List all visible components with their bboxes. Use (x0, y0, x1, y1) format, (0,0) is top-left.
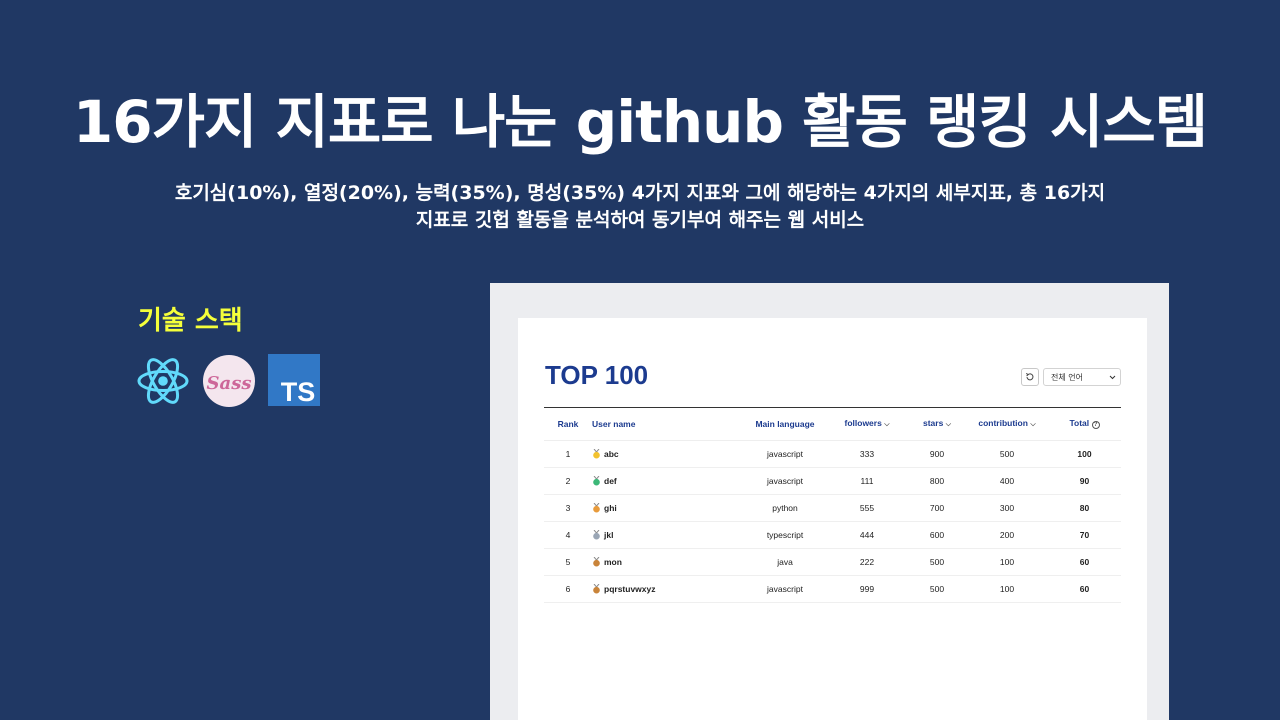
contribution-cell: 500 (966, 440, 1048, 468)
rank-cell: 4 (544, 521, 592, 549)
column-stars-label: stars (922, 418, 944, 429)
stars-cell: 500 (908, 575, 966, 603)
user-name[interactable]: jkl (604, 530, 613, 540)
info-icon[interactable]: ? (1091, 421, 1100, 430)
tier-medal-icon (593, 529, 600, 539)
contribution-cell: 400 (966, 467, 1048, 495)
column-rank: Rank (544, 408, 592, 441)
ranking-panel: TOP 100 전체 언어 Rank User name Main langua… (518, 318, 1147, 720)
contribution-cell: 300 (966, 494, 1048, 522)
tier-medal-icon (593, 448, 600, 458)
total-cell: 70 (1048, 521, 1121, 549)
user-name[interactable]: abc (604, 449, 619, 459)
stars-cell: 500 (908, 548, 966, 576)
chevron-down-icon: ⌵ (884, 421, 890, 429)
chevron-down-icon: ⌵ (1030, 421, 1036, 429)
total-cell: 100 (1048, 440, 1121, 468)
language-select-value: 전체 언어 (1051, 372, 1083, 382)
tier-medal-icon (593, 583, 600, 593)
language-cell: javascript (744, 575, 826, 603)
user-name[interactable]: def (604, 476, 617, 486)
tech-stack-icons: Sass TS (136, 354, 322, 408)
table-row[interactable]: 4 jkl typescript 444 600 200 70 (544, 521, 1121, 549)
table-row[interactable]: 5 mon java 222 500 100 60 (544, 548, 1121, 576)
column-stars-sort[interactable]: stars ⌵ (908, 408, 966, 441)
user-name-cell[interactable]: abc (592, 440, 744, 468)
user-name-cell[interactable]: def (592, 467, 744, 495)
user-name-cell[interactable]: pqrstuvwxyz (592, 575, 744, 603)
user-name[interactable]: mon (604, 557, 622, 567)
user-name-cell[interactable]: mon (592, 548, 744, 576)
table-header-row: Rank User name Main language followers ⌵… (544, 408, 1121, 441)
subtitle-line-1: 호기심(10%), 열정(20%), 능력(35%), 명성(35%) 4가지 … (174, 182, 1106, 204)
language-cell: javascript (744, 440, 826, 468)
user-name-cell[interactable]: ghi (592, 494, 744, 522)
followers-cell: 111 (826, 467, 908, 495)
stars-cell: 900 (908, 440, 966, 468)
total-cell: 80 (1048, 494, 1121, 522)
subtitle-line-2: 지표로 깃헙 활동을 분석하여 동기부여 해주는 웹 서비스 (415, 209, 865, 231)
rank-cell: 5 (544, 548, 592, 576)
language-select[interactable]: 전체 언어 (1043, 368, 1121, 386)
chevron-down-icon (1109, 375, 1116, 379)
followers-cell: 222 (826, 548, 908, 576)
total-cell: 60 (1048, 548, 1121, 576)
column-followers-sort[interactable]: followers ⌵ (826, 408, 908, 441)
column-contribution-label: contribution (978, 418, 1028, 429)
column-main-language: Main language (744, 408, 826, 441)
table-row[interactable]: 1 abc javascript 333 900 500 100 (544, 440, 1121, 468)
contribution-cell: 100 (966, 548, 1048, 576)
typescript-icon: TS (268, 354, 322, 408)
user-name[interactable]: ghi (604, 503, 617, 513)
react-icon (136, 354, 190, 408)
rank-cell: 2 (544, 467, 592, 495)
ranking-screenshot: TOP 100 전체 언어 Rank User name Main langua… (490, 283, 1169, 720)
followers-cell: 444 (826, 521, 908, 549)
user-name[interactable]: pqrstuvwxyz (604, 584, 656, 594)
contribution-cell: 100 (966, 575, 1048, 603)
language-cell: typescript (744, 521, 826, 549)
contribution-cell: 200 (966, 521, 1048, 549)
sass-icon: Sass (202, 354, 256, 408)
svg-text:TS: TS (281, 377, 316, 407)
tier-medal-icon (593, 475, 600, 485)
user-name-cell[interactable]: jkl (592, 521, 744, 549)
tier-medal-icon (593, 502, 600, 512)
table-row[interactable]: 3 ghi python 555 700 300 80 (544, 494, 1121, 522)
rank-cell: 3 (544, 494, 592, 522)
column-contribution-sort[interactable]: contribution ⌵ (966, 408, 1048, 441)
followers-cell: 999 (826, 575, 908, 603)
ranking-rows: 1 abc javascript 333 900 500 100 2 def javascript… (544, 440, 1121, 603)
followers-cell: 333 (826, 440, 908, 468)
rank-cell: 1 (544, 440, 592, 468)
column-total-label: Total (1069, 418, 1090, 429)
tech-stack-title: 기술 스택 (138, 306, 243, 336)
ranking-controls: 전체 언어 (1021, 368, 1121, 386)
language-cell: javascript (744, 467, 826, 495)
headline: 16가지 지표로 나눈 github 활동 랭킹 시스템 (72, 88, 1208, 156)
followers-cell: 555 (826, 494, 908, 522)
total-cell: 90 (1048, 467, 1121, 495)
stars-cell: 700 (908, 494, 966, 522)
column-user-name: User name (592, 408, 744, 441)
ranking-title: TOP 100 (545, 360, 649, 390)
stars-cell: 800 (908, 467, 966, 495)
column-followers-label: followers (844, 418, 882, 429)
refresh-button[interactable] (1021, 368, 1039, 386)
chevron-down-icon: ⌵ (945, 421, 951, 429)
tier-medal-icon (593, 556, 600, 566)
table-row[interactable]: 6 pqrstuvwxyz javascript 999 500 100 60 (544, 575, 1121, 603)
stars-cell: 600 (908, 521, 966, 549)
svg-text:Sass: Sass (207, 373, 252, 394)
language-cell: java (744, 548, 826, 576)
column-total: Total ? (1048, 408, 1121, 441)
total-cell: 60 (1048, 575, 1121, 603)
rank-cell: 6 (544, 575, 592, 603)
language-cell: python (744, 494, 826, 522)
refresh-icon (1025, 372, 1034, 381)
ranking-table: Rank User name Main language followers ⌵… (544, 408, 1121, 603)
subtitle: 호기심(10%), 열정(20%), 능력(35%), 명성(35%) 4가지 … (90, 180, 1190, 234)
table-row[interactable]: 2 def javascript 111 800 400 90 (544, 467, 1121, 495)
